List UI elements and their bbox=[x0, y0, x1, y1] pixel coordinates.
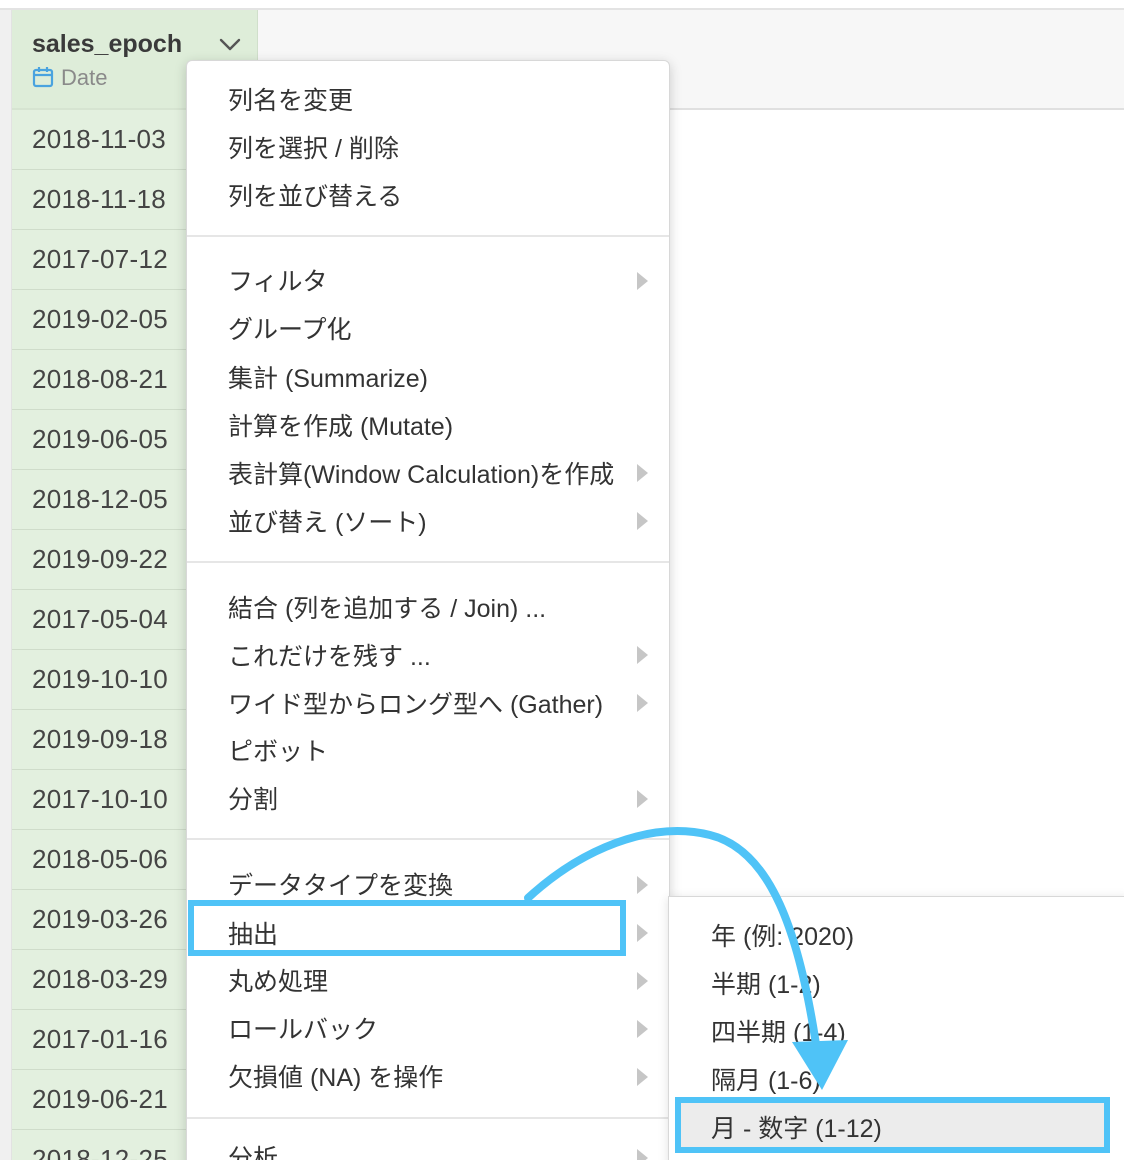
menu-item-mutate[interactable]: 計算を作成 (Mutate) bbox=[228, 407, 453, 443]
submenu-arrow-icon bbox=[637, 1149, 648, 1160]
submenu-item-quarter[interactable]: 四半期 (1-4) bbox=[711, 1013, 846, 1049]
menu-item-split[interactable]: 分割 bbox=[228, 780, 278, 816]
submenu-arrow-icon bbox=[637, 272, 648, 290]
menu-item-rollback[interactable]: ロールバック bbox=[228, 1010, 378, 1046]
month-highlight-box bbox=[675, 1097, 1110, 1153]
chevron-down-icon[interactable] bbox=[218, 34, 242, 54]
menu-item-select-delete[interactable]: 列を選択 / 削除 bbox=[228, 129, 399, 165]
submenu-arrow-icon bbox=[637, 464, 648, 482]
menu-item-pivot[interactable]: ピボット bbox=[228, 732, 328, 768]
extract-highlight-box bbox=[188, 900, 626, 956]
column-type-label: Date bbox=[61, 65, 108, 90]
menu-item-window-calc[interactable]: 表計算(Window Calculation)を作成 bbox=[228, 455, 614, 491]
menu-item-convert-type[interactable]: データタイプを変換 bbox=[228, 866, 453, 902]
submenu-arrow-icon bbox=[637, 924, 648, 942]
menu-item-gather[interactable]: ワイド型からロング型へ (Gather) bbox=[228, 685, 603, 721]
submenu-arrow-icon bbox=[637, 512, 648, 530]
menu-item-group[interactable]: グループ化 bbox=[228, 310, 352, 346]
menu-item-analytics[interactable]: 分析 bbox=[228, 1139, 278, 1160]
menu-separator bbox=[187, 235, 669, 237]
submenu-arrow-icon bbox=[637, 790, 648, 808]
submenu-arrow-icon bbox=[637, 646, 648, 664]
submenu-item-half[interactable]: 半期 (1-2) bbox=[711, 965, 821, 1001]
menu-item-reorder[interactable]: 列を並び替える bbox=[228, 177, 402, 213]
menu-separator bbox=[187, 561, 669, 563]
column-name: sales_epoch bbox=[32, 30, 183, 58]
menu-item-filter[interactable]: フィルタ bbox=[228, 262, 328, 298]
menu-item-summarize[interactable]: 集計 (Summarize) bbox=[228, 359, 428, 395]
submenu-item-bimonth[interactable]: 隔月 (1-6) bbox=[711, 1061, 821, 1097]
menu-item-rename[interactable]: 列名を変更 bbox=[228, 81, 353, 117]
menu-item-sort[interactable]: 並び替え (ソート) bbox=[228, 503, 427, 539]
menu-item-round[interactable]: 丸め処理 bbox=[228, 962, 328, 998]
menu-item-handle-na[interactable]: 欠損値 (NA) を操作 bbox=[228, 1058, 443, 1094]
submenu-arrow-icon bbox=[637, 972, 648, 990]
menu-separator bbox=[187, 838, 669, 840]
menu-item-join[interactable]: 結合 (列を追加する / Join) ... bbox=[228, 589, 546, 625]
row-number-gutter bbox=[0, 10, 12, 1160]
submenu-arrow-icon bbox=[637, 694, 648, 712]
submenu-arrow-icon bbox=[637, 1020, 648, 1038]
menu-separator bbox=[187, 1117, 669, 1119]
menu-item-keep-only[interactable]: これだけを残す ... bbox=[228, 637, 431, 673]
submenu-arrow-icon bbox=[637, 1068, 648, 1086]
column-context-menu: 列名を変更 列を選択 / 削除 列を並び替える フィルタ グループ化 集計 (S… bbox=[186, 60, 670, 1160]
submenu-arrow-icon bbox=[637, 876, 648, 894]
calendar-icon bbox=[32, 67, 54, 88]
submenu-item-year[interactable]: 年 (例: 2020) bbox=[711, 917, 854, 953]
